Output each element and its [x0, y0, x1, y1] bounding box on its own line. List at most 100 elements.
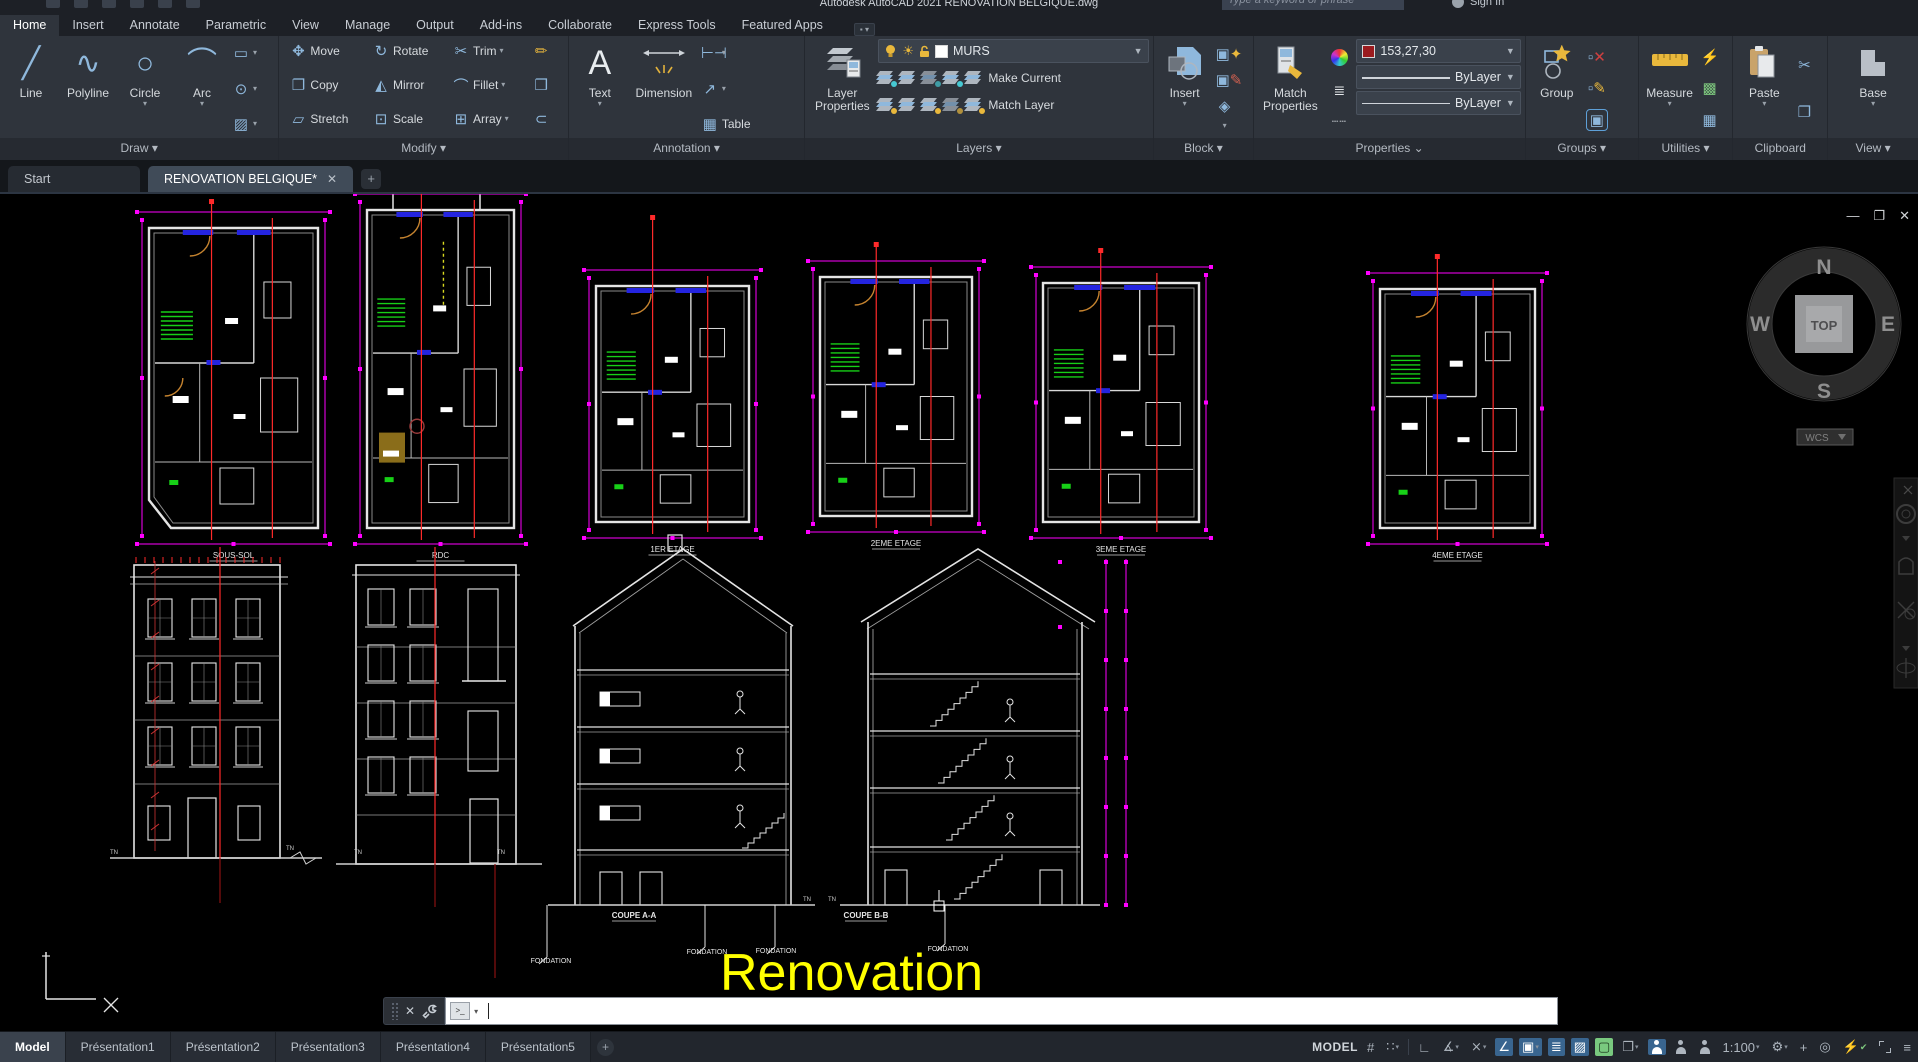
- isodraft-icon[interactable]: ⨯▾: [1468, 1038, 1489, 1056]
- paste-button[interactable]: Paste▾: [1737, 39, 1791, 138]
- cut-icon[interactable]: ✂: [1795, 56, 1813, 74]
- quick-calculator-icon[interactable]: ▦: [1701, 111, 1719, 129]
- ellipse-button[interactable]: ⊙▾: [232, 77, 257, 101]
- table-button[interactable]: ▦Table: [701, 112, 751, 136]
- match-properties-button[interactable]: Match Properties: [1258, 39, 1322, 138]
- layout-tab-presentation5[interactable]: Présentation5: [486, 1032, 591, 1062]
- measure-button[interactable]: Measure▾: [1643, 39, 1697, 138]
- workspace-gear-icon[interactable]: ⚙▾: [1769, 1038, 1791, 1056]
- polyline-button[interactable]: ∿Polyline: [61, 39, 115, 138]
- viewcube[interactable]: NESWTOPWCS: [1747, 247, 1901, 445]
- close-icon[interactable]: ✕: [1899, 208, 1910, 224]
- command-input[interactable]: >_ ▾: [445, 997, 1558, 1025]
- insert-button[interactable]: Insert▾: [1158, 39, 1212, 138]
- group-button[interactable]: Group: [1530, 39, 1584, 138]
- array-button[interactable]: ⊞Array▾: [452, 107, 522, 131]
- make-current-button[interactable]: Make Current: [988, 71, 1061, 85]
- fillet-button[interactable]: ⌒Fillet▾: [452, 73, 522, 97]
- tab-collaborate[interactable]: Collaborate: [535, 15, 625, 36]
- layer-unisolate-icon[interactable]: [944, 98, 961, 112]
- navigation-bar[interactable]: [1894, 478, 1918, 688]
- ortho-toggle-icon[interactable]: ∟: [1415, 1039, 1434, 1056]
- tab-manage[interactable]: Manage: [332, 15, 403, 36]
- color-wheel-icon[interactable]: [1331, 49, 1348, 66]
- autoscale-icon[interactable]: [1672, 1039, 1690, 1055]
- lineweight-dropdown[interactable]: ByLayer▼: [1356, 65, 1520, 89]
- model-space-indicator[interactable]: MODEL: [1312, 1040, 1358, 1054]
- arc-button[interactable]: ⌒Arc▾: [175, 39, 229, 138]
- leader-button[interactable]: ↗▾: [701, 77, 751, 101]
- trim-button[interactable]: ✂Trim▾: [452, 39, 522, 63]
- rotate-button[interactable]: ↻Rotate: [372, 39, 442, 63]
- dimension-button[interactable]: Dimension: [630, 39, 698, 138]
- copy-button[interactable]: ❐Copy: [289, 73, 362, 97]
- new-tab-button[interactable]: +: [361, 169, 381, 189]
- line-button[interactable]: ╱Line: [4, 39, 58, 138]
- osnap-3d-icon[interactable]: ❒▾: [1619, 1038, 1641, 1056]
- grid-toggle-icon[interactable]: #: [1364, 1039, 1377, 1056]
- new-layout-button[interactable]: +: [597, 1039, 614, 1056]
- rectangle-button[interactable]: ▭▾: [232, 41, 257, 65]
- drawing-canvas[interactable]: SOUS-SOLRDC1ER ETAGE2EME ETAGE3EME ETAGE…: [0, 194, 1918, 1062]
- layout-tab-presentation2[interactable]: Présentation2: [171, 1032, 276, 1062]
- annotation-monitor-icon[interactable]: +: [1797, 1039, 1811, 1056]
- layer-unlock-icon[interactable]: [922, 98, 939, 112]
- snap-toggle-icon[interactable]: ∷▾: [1383, 1038, 1402, 1056]
- edit-block-icon[interactable]: ▣✎: [1216, 71, 1234, 89]
- linetype-dropdown[interactable]: ByLayer▼: [1356, 91, 1520, 115]
- tab-home[interactable]: Home: [0, 15, 59, 36]
- layer-lock-icon[interactable]: [944, 71, 961, 85]
- move-button[interactable]: ✥Move: [289, 39, 362, 63]
- tab-output[interactable]: Output: [403, 15, 467, 36]
- ungroup-icon[interactable]: ▫✕: [1588, 48, 1606, 66]
- file-tab-document[interactable]: RENOVATION BELGIQUE*✕: [148, 166, 353, 192]
- tab-addins[interactable]: Add-ins: [467, 15, 535, 36]
- mirror-button[interactable]: ◭Mirror: [372, 73, 442, 97]
- panel-label-utilities[interactable]: Utilities ▾: [1639, 138, 1733, 160]
- dynamic-input-icon[interactable]: ∠: [1495, 1038, 1513, 1056]
- panel-label-layers[interactable]: Layers ▾: [805, 138, 1152, 160]
- layout-tab-presentation1[interactable]: Présentation1: [66, 1032, 171, 1062]
- layer-isolate-icon[interactable]: [900, 71, 917, 85]
- layer-thaw-icon[interactable]: [900, 98, 917, 112]
- file-tab-start[interactable]: Start: [8, 166, 140, 192]
- panel-label-properties[interactable]: Properties ⌄: [1254, 138, 1524, 160]
- isolate-objects-icon[interactable]: ◎: [1816, 1038, 1833, 1056]
- tab-featured-apps[interactable]: Featured Apps: [729, 15, 836, 36]
- erase-button[interactable]: ✏: [532, 39, 564, 63]
- layer-off-icon[interactable]: [878, 71, 895, 85]
- hatch-button[interactable]: ▨▾: [232, 112, 257, 136]
- polar-tracking-icon[interactable]: ∡▾: [1440, 1038, 1462, 1056]
- create-block-icon[interactable]: ▣✦: [1216, 45, 1234, 63]
- linear-dim-button[interactable]: ⊢⊣▾: [701, 41, 751, 65]
- select-similar-icon[interactable]: ▩: [1701, 79, 1719, 97]
- stretch-button[interactable]: ▱Stretch: [289, 107, 362, 131]
- restore-icon[interactable]: ❐: [1873, 208, 1885, 224]
- tab-express-tools[interactable]: Express Tools: [625, 15, 729, 36]
- layout-tab-presentation3[interactable]: Présentation3: [276, 1032, 381, 1062]
- panel-label-modify[interactable]: Modify ▾: [279, 138, 567, 160]
- drag-grip-icon[interactable]: [391, 1002, 398, 1020]
- tab-insert[interactable]: Insert: [59, 15, 116, 36]
- layer-dropdown[interactable]: ☀ MURS ▼: [878, 39, 1148, 63]
- ribbon-collapse-control[interactable]: ▪ ▾: [854, 23, 875, 36]
- group-edit-icon[interactable]: ▫✎: [1588, 79, 1606, 97]
- close-tab-icon[interactable]: ✕: [327, 172, 337, 186]
- match-layer-button[interactable]: Match Layer: [988, 98, 1054, 112]
- help-search-input[interactable]: Type a keyword or phrase: [1222, 0, 1404, 10]
- signin-button[interactable]: Sign In: [1452, 0, 1504, 8]
- wcs-dropdown[interactable]: WCS: [1797, 429, 1853, 445]
- circle-button[interactable]: ○Circle▾: [118, 39, 172, 138]
- linetype-list-icon[interactable]: ┄┄: [1332, 115, 1347, 128]
- group-selection-toggle-icon[interactable]: ▣: [1588, 111, 1606, 129]
- tab-view[interactable]: View: [279, 15, 332, 36]
- annotation-scale-icon[interactable]: [1696, 1039, 1714, 1055]
- base-button[interactable]: Base▾: [1846, 39, 1900, 138]
- selection-cycling-icon[interactable]: ▢: [1595, 1038, 1613, 1056]
- layer-properties-button[interactable]: Layer Properties: [809, 39, 875, 138]
- block-attributes-icon[interactable]: ◈ ▾: [1216, 97, 1234, 132]
- tab-annotate[interactable]: Annotate: [117, 15, 193, 36]
- clean-screen-icon[interactable]: [1876, 1040, 1894, 1054]
- graphics-performance-icon[interactable]: ⚡✔: [1840, 1038, 1871, 1056]
- object-color-dropdown[interactable]: 153,27,30▼: [1356, 39, 1520, 63]
